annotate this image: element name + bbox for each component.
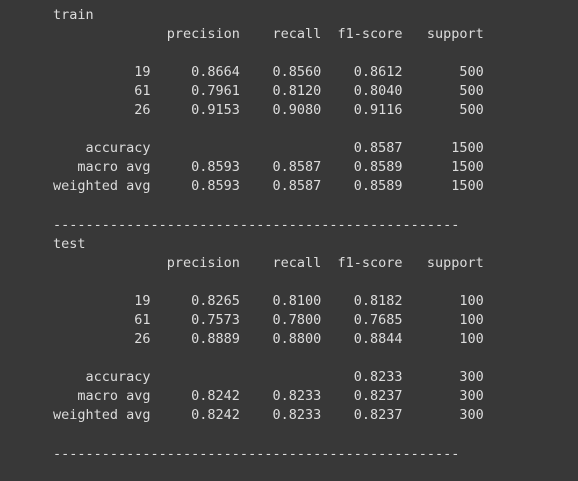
split-title-test: test (53, 236, 86, 252)
train-report-accuracy: accuracy 0.8587 1500 (53, 140, 484, 156)
test-report-accuracy: accuracy 0.8233 300 (53, 369, 484, 385)
train-report-row-19: 19 0.8664 0.8560 0.8612 500 (53, 64, 484, 80)
train-report-header: precision recall f1-score support (53, 26, 484, 42)
train-report-row-26: 26 0.9153 0.9080 0.9116 500 (53, 102, 484, 118)
train-report-macro-avg: macro avg 0.8593 0.8587 0.8589 1500 (53, 159, 484, 175)
test-report-row-26: 26 0.8889 0.8800 0.8844 100 (53, 331, 484, 347)
separator-line: ----------------------------------------… (53, 217, 460, 233)
test-report-macro-avg: macro avg 0.8242 0.8233 0.8237 300 (53, 388, 484, 404)
cell-output-area: train precision recall f1-score support … (0, 0, 578, 481)
separator-line: ----------------------------------------… (53, 446, 460, 462)
test-report-weighted-avg: weighted avg 0.8242 0.8233 0.8237 300 (53, 407, 484, 423)
train-report-weighted-avg: weighted avg 0.8593 0.8587 0.8589 1500 (53, 178, 484, 194)
split-title-train: train (53, 7, 94, 23)
train-report-row-61: 61 0.7961 0.8120 0.8040 500 (53, 83, 484, 99)
test-report-row-61: 61 0.7573 0.7800 0.7685 100 (53, 312, 484, 328)
test-report-header: precision recall f1-score support (53, 255, 484, 271)
test-report-row-19: 19 0.8265 0.8100 0.8182 100 (53, 293, 484, 309)
